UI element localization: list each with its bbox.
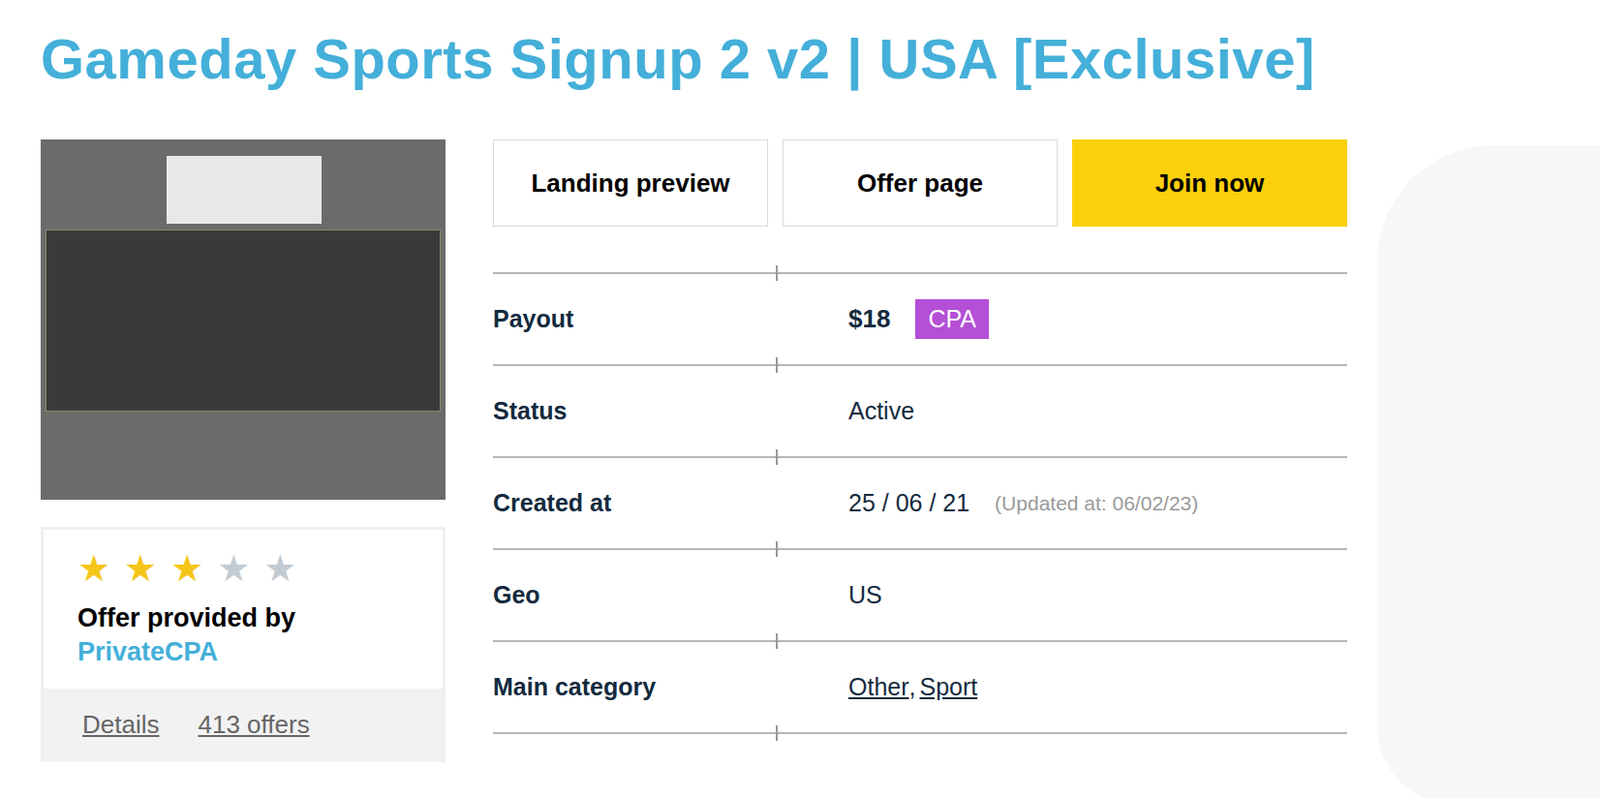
provider-links: Details 413 offers <box>43 688 443 763</box>
category-link[interactable]: Sport <box>919 673 978 702</box>
action-button[interactable]: Landing preview <box>492 139 769 227</box>
detail-text: US <box>848 581 883 610</box>
provider-link[interactable]: Details <box>82 709 159 740</box>
detail-value: Active <box>848 397 915 426</box>
detail-value: 25 / 06 / 21 (Updated at: 06/02/23) <box>848 489 1199 518</box>
detail-row: StatusActive <box>492 366 1348 459</box>
detail-label: Main category <box>492 673 849 702</box>
detail-row: GeoUS <box>492 550 1348 643</box>
action-button[interactable]: Join now <box>1072 139 1348 227</box>
detail-text: Active <box>848 397 915 426</box>
detail-label: Geo <box>492 581 849 610</box>
left-column: ★ ★ ★ ★ ★ Offer provided byPrivateCPA Details 4… <box>40 139 446 763</box>
detail-value: US <box>848 581 883 610</box>
detail-label: Created at <box>492 489 849 518</box>
payout-type-badge: CPA <box>915 299 989 339</box>
provider-info: ★ ★ ★ ★ ★ Offer provided byPrivateCPA <box>43 529 443 689</box>
divider-tick <box>775 725 778 741</box>
divider-tick <box>775 633 778 649</box>
offer-details: Payout$18CPAStatusActiveCreated at25 / 0… <box>492 272 1348 735</box>
provider-link[interactable]: 413 offers <box>197 709 309 740</box>
provider-card: ★ ★ ★ ★ ★ Offer provided byPrivateCPA Details 4… <box>40 526 446 763</box>
star-icon: ★ <box>216 549 250 590</box>
offer-page: Gameday Sports Signup 2 v2 | USA [Exclus… <box>0 0 1600 763</box>
divider-tick <box>775 357 778 373</box>
updated-date: (Updated at: 06/02/23) <box>994 492 1199 516</box>
rating-stars: ★ ★ ★ ★ ★ <box>77 549 409 590</box>
provider-label: Offer provided by <box>77 601 409 636</box>
detail-label: Status <box>492 397 849 426</box>
created-date: 25 / 06 / 21 <box>848 489 970 518</box>
right-column: Landing previewOffer pageJoin now Payout$… <box>492 139 1348 763</box>
offer-title: Gameday Sports Signup 2 v2 | USA [Exclus… <box>40 25 1600 115</box>
landing-frame <box>45 229 441 412</box>
action-buttons: Landing previewOffer pageJoin now <box>492 139 1348 227</box>
star-icon: ★ <box>263 549 297 590</box>
category-link[interactable]: Other <box>848 673 910 702</box>
background-shape <box>1377 145 1600 798</box>
detail-label: Payout <box>492 305 849 334</box>
landing-thumbnail[interactable] <box>40 139 446 500</box>
link-separator: , <box>909 673 917 702</box>
divider-tick <box>775 541 778 557</box>
cookie-dialog <box>166 155 322 224</box>
star-icon: ★ <box>123 549 157 590</box>
detail-row: Payout$18 CPA <box>492 274 1348 367</box>
action-button[interactable]: Offer page <box>782 139 1058 227</box>
divider-tick <box>775 449 778 465</box>
payout-amount: $18 <box>848 304 891 335</box>
offer-main: ★ ★ ★ ★ ★ Offer provided byPrivateCPA Details 4… <box>40 139 1600 763</box>
detail-row: Created at25 / 06 / 21 (Updated at: 06/02… <box>492 458 1348 551</box>
divider-tick <box>775 265 778 281</box>
star-icon: ★ <box>170 549 204 590</box>
detail-row: Main categoryOther,Sport <box>492 642 1348 735</box>
provider-name[interactable]: PrivateCPA <box>77 635 409 670</box>
star-icon: ★ <box>77 549 111 590</box>
detail-value: Other,Sport <box>848 673 978 702</box>
detail-value: $18 CPA <box>848 299 989 339</box>
